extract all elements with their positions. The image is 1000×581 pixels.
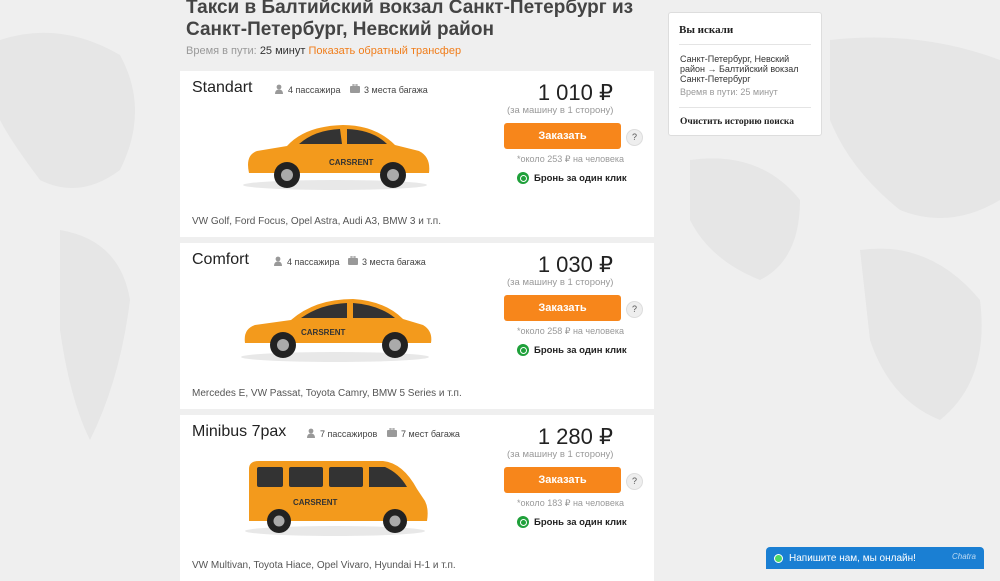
- help-icon[interactable]: ?: [626, 301, 643, 318]
- luggage-icon: [348, 255, 358, 267]
- luggage-icon: [387, 427, 397, 439]
- passenger-count: 4 пассажира: [287, 257, 340, 267]
- passenger-capacity: 4 пассажира: [274, 84, 340, 96]
- car-class-name: Minibus 7pax: [192, 423, 287, 440]
- price-per-person: *около 258 ₽ на человека: [517, 326, 625, 336]
- online-status-icon: [774, 553, 783, 563]
- whatsapp-booking-link[interactable]: Бронь за один клик: [517, 516, 627, 528]
- car-models: VW Multivan, Toyota Hiace, Opel Vivaro, …: [192, 560, 456, 571]
- order-button[interactable]: Заказать: [504, 467, 621, 493]
- whatsapp-booking-link[interactable]: Бронь за один клик: [517, 172, 627, 184]
- car-class-name: Standart: [192, 79, 253, 96]
- car-brand-text: CARSRENT: [301, 328, 346, 337]
- travel-time-value: 25 минут: [259, 45, 306, 57]
- reverse-transfer-link[interactable]: Показать обратный трансфер: [309, 45, 462, 57]
- person-icon: [274, 84, 284, 96]
- price-note: (за машину в 1 сторону): [507, 449, 614, 460]
- luggage-count: 7 мест багажа: [401, 428, 460, 439]
- car-models: VW Golf, Ford Focus, Opel Astra, Audi A3…: [192, 216, 441, 227]
- price: 1 030 ₽: [537, 252, 613, 277]
- sedan-car-image: CARSRENT: [243, 125, 430, 190]
- car-brand-text: CARSRENT: [293, 498, 338, 507]
- price-per-person: *около 253 ₽ на человека: [517, 154, 625, 164]
- order-button[interactable]: Заказать: [504, 123, 621, 149]
- travel-time-line: Время в пути: 25 минут Показать обратный…: [186, 45, 461, 57]
- divider: [679, 44, 811, 45]
- luggage-icon: [350, 83, 360, 95]
- passenger-capacity: 4 пассажира: [273, 256, 339, 268]
- order-button[interactable]: Заказать: [504, 295, 621, 321]
- price-note: (за машину в 1 сторону): [507, 105, 614, 116]
- chat-brand: Chatra: [951, 552, 976, 561]
- travel-time-label: Время в пути:: [186, 45, 257, 57]
- passenger-count: 7 пассажиров: [320, 429, 378, 439]
- whatsapp-label: Бронь за один клик: [534, 344, 627, 356]
- whatsapp-icon: [517, 172, 529, 184]
- whatsapp-icon: [517, 516, 529, 528]
- price-note: (за машину в 1 сторону): [507, 277, 614, 288]
- whatsapp-label: Бронь за один клик: [534, 516, 627, 528]
- car-models: Mercedes E, VW Passat, Toyota Camry, BMW…: [192, 388, 462, 399]
- minibus-image: CARSRENT: [245, 461, 428, 536]
- car-card-comfort: Comfort 4 пассажира 3 места багажа CARSR…: [180, 243, 654, 409]
- whatsapp-label: Бронь за один клик: [534, 172, 627, 184]
- search-history-heading: Вы искали: [679, 24, 734, 36]
- luggage-count: 3 места багажа: [362, 256, 426, 267]
- car-class-name: Comfort: [192, 251, 249, 268]
- car-card-minibus: Minibus 7pax 7 пассажиров 7 мест багажа …: [180, 415, 654, 581]
- luggage-capacity: 7 мест багажа: [387, 427, 460, 439]
- passenger-capacity: 7 пассажиров: [306, 428, 377, 440]
- person-icon: [306, 428, 316, 440]
- help-icon[interactable]: ?: [626, 473, 643, 490]
- whatsapp-booking-link[interactable]: Бронь за один клик: [517, 344, 627, 356]
- search-history-panel: Вы искали Санкт-Петербург, Невский район…: [668, 12, 822, 136]
- search-history-route[interactable]: Санкт-Петербург, Невский район → Балтийс…: [680, 54, 815, 84]
- chat-label: Напишите нам, мы онлайн!: [789, 552, 916, 564]
- clear-history-link[interactable]: Очистить историю поиска: [680, 117, 794, 127]
- luggage-capacity: 3 места багажа: [350, 83, 428, 95]
- sedan-car-image: CARSRENT: [241, 299, 432, 362]
- divider: [679, 107, 811, 108]
- price: 1 010 ₽: [537, 80, 613, 105]
- price-per-person: *около 183 ₽ на человека: [517, 498, 625, 508]
- search-history-time: Время в пути: 25 минут: [680, 87, 778, 97]
- car-brand-text: CARSRENT: [329, 158, 374, 167]
- luggage-count: 3 места багажа: [364, 84, 428, 95]
- page-title: Такси в Балтийский вокзал Санкт-Петербур…: [186, 0, 634, 40]
- chat-widget[interactable]: Напишите нам, мы онлайн! Chatra: [766, 547, 984, 569]
- price: 1 280 ₽: [537, 424, 613, 449]
- luggage-capacity: 3 места багажа: [348, 255, 426, 267]
- whatsapp-icon: [517, 344, 529, 356]
- help-icon[interactable]: ?: [626, 129, 643, 146]
- car-card-standart: Standart 4 пассажира 3 места багажа CARS…: [180, 71, 654, 237]
- person-icon: [273, 256, 283, 268]
- passenger-count: 4 пассажира: [288, 85, 341, 95]
